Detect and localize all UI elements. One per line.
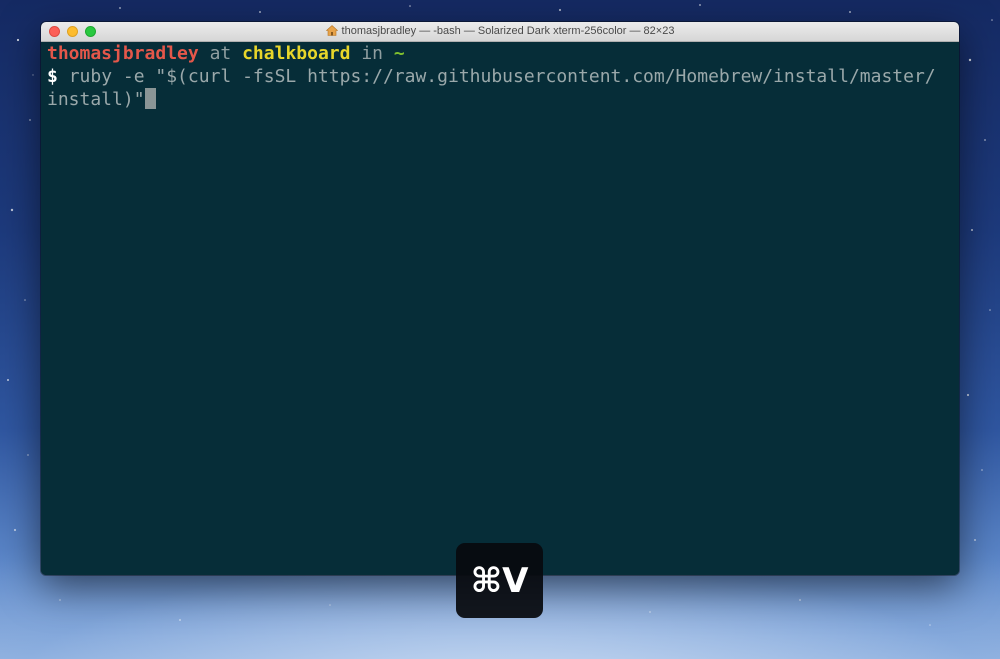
prompt-line: thomasjbradley at chalkboard in ~ — [47, 42, 953, 65]
prompt-symbol: $ — [47, 66, 58, 87]
window-title-text: thomasjbradley — -bash — Solarized Dark … — [341, 25, 675, 37]
home-folder-icon — [325, 25, 338, 39]
command-line-2: install)" — [47, 88, 953, 111]
command-text-1: ruby -e "$(curl -fsSL https://raw.github… — [68, 66, 936, 87]
prompt-host: chalkboard — [242, 43, 351, 64]
terminal-window[interactable]: thomasjbradley — -bash — Solarized Dark … — [41, 22, 959, 575]
prompt-at: at — [209, 43, 232, 64]
keystroke-label: ⌘V — [470, 560, 529, 601]
title-bar[interactable]: thomasjbradley — -bash — Solarized Dark … — [41, 22, 959, 42]
command-line-1: $ ruby -e "$(curl -fsSL https://raw.gith… — [47, 65, 953, 88]
prompt-dir: ~ — [393, 43, 405, 64]
prompt-in: in — [361, 43, 383, 64]
command-text-2: install)" — [47, 89, 145, 110]
terminal-content[interactable]: thomasjbradley at chalkboard in ~ $ ruby… — [41, 42, 959, 575]
text-cursor — [144, 88, 156, 109]
keystroke-overlay: ⌘V — [456, 543, 543, 618]
window-title: thomasjbradley — -bash — Solarized Dark … — [41, 25, 959, 39]
prompt-user: thomasjbradley — [47, 43, 199, 64]
